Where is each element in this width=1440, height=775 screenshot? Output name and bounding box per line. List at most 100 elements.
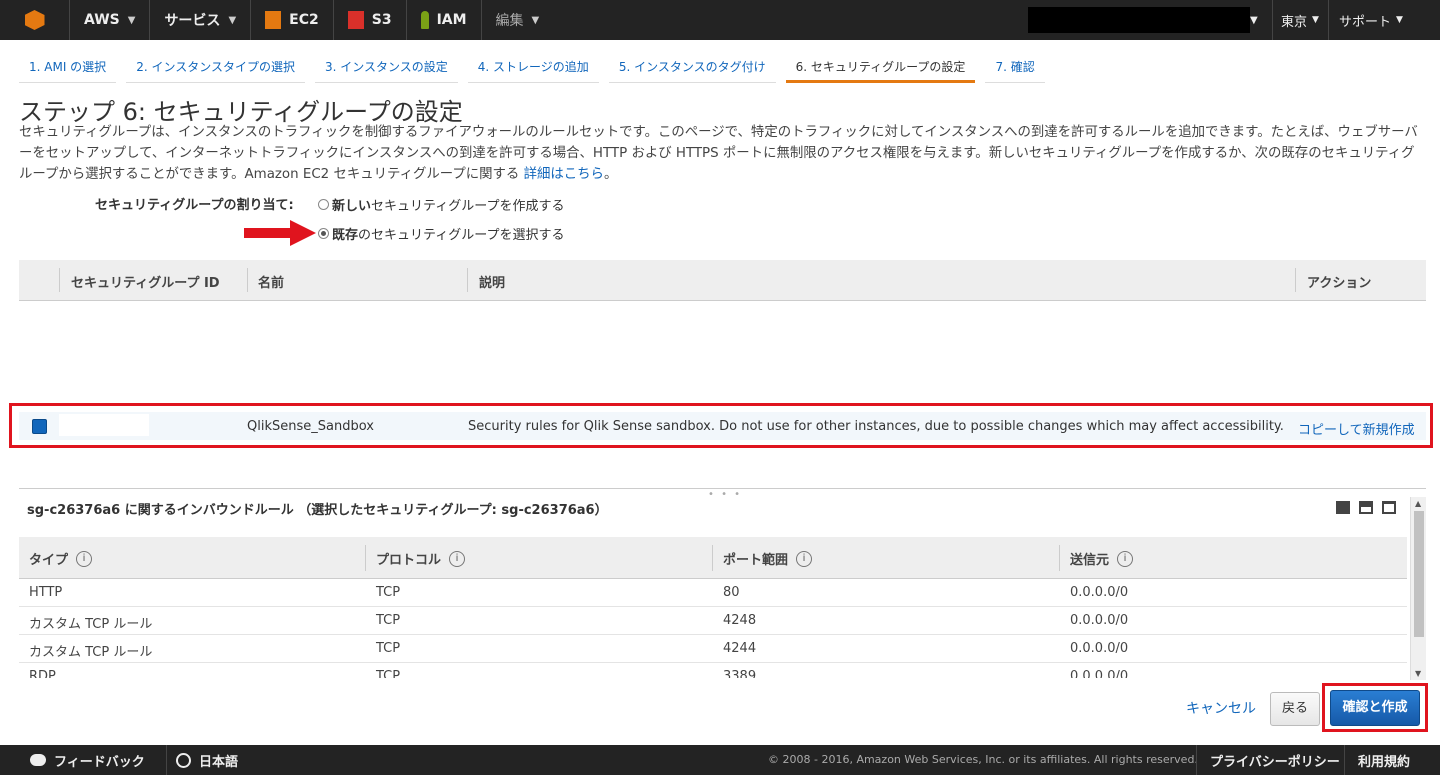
account-menu-redacted[interactable]	[1028, 7, 1250, 33]
rule-protocol: TCP	[376, 669, 401, 678]
column-divider	[1059, 545, 1060, 571]
footer-bar: フィードバック 日本語 © 2008 - 2016, Amazon Web Se…	[0, 745, 1440, 775]
inbound-rules-title: sg-c26376a6 に関するインバウンドルール （選択したセキュリティグルー…	[27, 503, 608, 518]
inbound-rules-header: タイプ i プロトコル i ポート範囲 i 送信元 i	[19, 537, 1407, 579]
chevron-down-icon: ▼	[127, 14, 136, 26]
rule-port: 4248	[723, 613, 757, 628]
radio-label-bold: 既存	[332, 228, 359, 243]
rule-source: 0.0.0.0/0	[1070, 641, 1129, 656]
edit-menu[interactable]: 編集 ▼	[482, 0, 554, 40]
aws-logo-icon[interactable]	[0, 0, 70, 40]
info-icon[interactable]: i	[449, 550, 466, 567]
footer-divider	[1196, 745, 1197, 775]
assign-security-group-label: セキュリティグループの割り当て:	[95, 198, 294, 213]
column-header-name[interactable]: 名前	[258, 272, 284, 291]
scroll-down-icon[interactable]: ▼	[1415, 669, 1421, 678]
chevron-down-icon: ▼	[228, 14, 237, 26]
speech-bubble-icon	[30, 754, 46, 766]
tab-configure-instance[interactable]: 3. インスタンスの設定	[314, 52, 458, 83]
shortcut-ec2[interactable]: EC2	[251, 0, 334, 40]
rule-type: カスタム TCP ルール	[29, 645, 153, 660]
feedback-label: フィードバック	[54, 754, 145, 770]
info-icon[interactable]: i	[76, 550, 93, 567]
radio-select-existing[interactable]: 既存 のセキュリティグループを選択する	[318, 224, 564, 243]
services-label: サービス	[164, 13, 221, 29]
inbound-rules-table: タイプ i プロトコル i ポート範囲 i 送信元 i HTTP TCP 80 0.0.…	[19, 537, 1407, 678]
tab-configure-security-group[interactable]: 6. セキュリティグループの設定	[785, 52, 976, 83]
wizard-steps: 1. AMI の選択 2. インスタンスタイプの選択 3. インスタンスの設定 …	[19, 52, 1055, 83]
region-menu[interactable]: 東京 ▼	[1272, 0, 1327, 40]
column-header-action: アクション	[1307, 276, 1372, 291]
tab-choose-ami[interactable]: 1. AMI の選択	[19, 52, 117, 83]
column-header-port-range: ポート範囲 i	[723, 549, 813, 568]
support-menu[interactable]: サポート ▼	[1328, 0, 1413, 40]
column-divider	[247, 268, 248, 292]
button-highlight-box	[1322, 683, 1428, 732]
region-label: 東京	[1281, 14, 1308, 30]
resize-grip-icon[interactable]: • • •	[708, 489, 742, 500]
globe-icon	[176, 752, 191, 768]
cancel-link[interactable]: キャンセル	[1186, 698, 1256, 718]
copyright-text: © 2008 - 2016, Amazon Web Services, Inc.…	[768, 753, 1198, 766]
privacy-policy-link[interactable]: プライバシーポリシー	[1210, 745, 1340, 775]
red-arrow-icon	[244, 220, 316, 246]
table-row: RDP TCP 3389 0.0.0.0/0	[19, 663, 1407, 678]
chevron-down-icon: ▼	[531, 14, 540, 26]
shortcut-iam[interactable]: IAM	[407, 0, 482, 40]
shortcut-label: EC2	[289, 12, 319, 28]
column-divider	[467, 268, 468, 292]
tab-choose-instance-type[interactable]: 2. インスタンスタイプの選択	[126, 52, 305, 83]
half-panel-icon[interactable]	[1359, 501, 1373, 514]
radio-button[interactable]	[318, 199, 329, 210]
table-row: カスタム TCP ルール TCP 4244 0.0.0.0/0	[19, 635, 1407, 663]
rule-type: HTTP	[29, 585, 63, 600]
learn-more-link[interactable]: 詳細はこちら	[524, 167, 604, 182]
radio-label-bold: 新しい	[332, 199, 372, 214]
scroll-thumb[interactable]	[1414, 511, 1424, 637]
s3-icon	[347, 11, 364, 29]
info-icon[interactable]: i	[1117, 550, 1134, 567]
edit-label: 編集	[495, 13, 524, 29]
chevron-down-icon[interactable]: ▼	[1250, 0, 1258, 40]
radio-create-new[interactable]: 新しい セキュリティグループを作成する	[318, 195, 564, 214]
tab-add-storage[interactable]: 4. ストレージの追加	[467, 52, 599, 83]
chevron-down-icon: ▼	[1396, 15, 1403, 25]
shortcut-label: IAM	[436, 12, 467, 28]
rule-port: 80	[723, 585, 740, 600]
radio-button-selected[interactable]	[318, 228, 329, 239]
services-menu[interactable]: サービス ▼	[150, 0, 252, 40]
panel-size-buttons	[1336, 501, 1396, 514]
terms-link[interactable]: 利用規約	[1358, 745, 1410, 775]
column-divider	[712, 545, 713, 571]
tab-review[interactable]: 7. 確認	[985, 52, 1045, 83]
page-description: セキュリティグループは、インスタンスのトラフィックを制御するファイアウォールのル…	[19, 122, 1424, 185]
info-icon[interactable]: i	[796, 550, 813, 567]
security-group-table-header: セキュリティグループ ID 名前 説明 アクション	[19, 260, 1426, 301]
header-label: プロトコル	[376, 553, 442, 568]
rule-protocol: TCP	[376, 641, 401, 656]
aws-menu-label: AWS	[84, 12, 120, 28]
iam-icon	[420, 11, 429, 29]
language-selector[interactable]: 日本語	[176, 745, 238, 775]
panel-scrollbar[interactable]: ▲ ▼	[1410, 497, 1426, 680]
rule-port: 4244	[723, 641, 757, 656]
minimize-panel-icon[interactable]	[1336, 501, 1350, 514]
description-text: セキュリティグループは、インスタンスのトラフィックを制御するファイアウォールのル…	[19, 125, 1418, 182]
rule-source: 0.0.0.0/0	[1070, 585, 1129, 600]
description-period: 。	[603, 167, 618, 182]
rule-type: カスタム TCP ルール	[29, 617, 153, 632]
rule-source: 0.0.0.0/0	[1070, 613, 1129, 628]
maximize-panel-icon[interactable]	[1382, 501, 1396, 514]
back-button[interactable]: 戻る	[1270, 692, 1320, 726]
rule-port: 3389	[723, 669, 757, 678]
feedback-button[interactable]: フィードバック	[30, 745, 145, 775]
aws-menu[interactable]: AWS ▼	[70, 0, 151, 40]
column-header-sg-id[interactable]: セキュリティグループ ID	[71, 272, 220, 291]
rule-protocol: TCP	[376, 585, 401, 600]
tab-add-tags[interactable]: 5. インスタンスのタグ付け	[608, 52, 776, 83]
header-label: タイプ	[29, 553, 69, 568]
scroll-up-icon[interactable]: ▲	[1415, 499, 1421, 508]
column-header-description[interactable]: 説明	[479, 272, 505, 291]
shortcut-s3[interactable]: S3	[334, 0, 407, 40]
shortcut-label: S3	[371, 12, 392, 28]
